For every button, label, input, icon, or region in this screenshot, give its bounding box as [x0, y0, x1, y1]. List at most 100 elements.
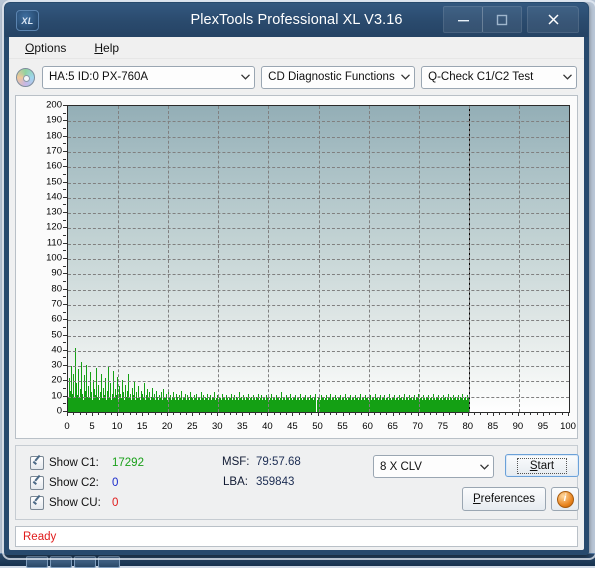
- y-axis-minor-tick: [63, 243, 66, 244]
- close-button[interactable]: [527, 6, 579, 33]
- show-c1-checkbox[interactable]: [30, 456, 44, 470]
- preferences-button-label: Preferences: [473, 493, 535, 505]
- stats-panel: Show C1: 17292 Show C2: 0 Show CU: 0 MSF…: [15, 445, 578, 520]
- x-axis-labels: 0510152025303540455055606570758085909510…: [67, 413, 568, 433]
- c1-count-value: 17292: [112, 457, 162, 469]
- y-axis-minor-tick: [63, 304, 66, 305]
- y-axis-tick-label: 0: [38, 406, 62, 417]
- x-axis-tick-label: 40: [262, 421, 273, 432]
- y-axis-minor-tick: [63, 289, 66, 290]
- y-axis-minor-tick: [63, 136, 66, 137]
- taskbar-item[interactable]: [98, 556, 120, 568]
- disc-icon: [16, 68, 35, 87]
- y-axis-minor-tick: [63, 128, 66, 129]
- y-axis-minor-tick: [63, 159, 66, 160]
- title-bar[interactable]: XL PlexTools Professional XL V3.16: [5, 3, 588, 37]
- info-button[interactable]: i: [551, 487, 579, 511]
- chart-gridline-v: [369, 106, 370, 412]
- show-c2-checkbox[interactable]: [30, 476, 44, 490]
- start-button[interactable]: Start: [505, 454, 579, 477]
- start-button-label: Start: [517, 458, 567, 474]
- chart-plot-area: [67, 105, 570, 413]
- y-axis-minor-tick: [63, 189, 66, 190]
- x-axis-tick-label: 45: [287, 421, 298, 432]
- y-axis-minor-tick: [63, 403, 66, 404]
- info-icon: i: [557, 491, 574, 508]
- x-axis-tick-label: 75: [437, 421, 448, 432]
- show-cu-checkbox[interactable]: [30, 496, 44, 510]
- menu-item-options[interactable]: Options: [21, 39, 70, 57]
- taskbar-item[interactable]: [50, 556, 72, 568]
- y-axis-minor-tick: [63, 105, 66, 106]
- y-axis-tick-label: 110: [38, 237, 62, 248]
- taskbar-item[interactable]: [74, 556, 96, 568]
- function-select[interactable]: CD Diagnostic Functions: [261, 66, 415, 89]
- y-axis-minor-tick: [63, 373, 66, 374]
- show-cu-row[interactable]: Show CU: 0: [30, 496, 162, 510]
- y-axis-minor-tick: [63, 411, 66, 412]
- y-axis-minor-tick: [63, 312, 66, 313]
- y-axis-minor-tick: [63, 342, 66, 343]
- chart-gridline-v: [218, 106, 219, 412]
- y-axis-minor-tick: [63, 250, 66, 251]
- y-axis-tick-label: 190: [38, 115, 62, 126]
- y-axis-minor-tick: [63, 350, 66, 351]
- cu-count-value: 0: [112, 497, 162, 509]
- menu-item-help-rest: elp: [103, 41, 119, 55]
- chart-gridline-v: [268, 106, 269, 412]
- chart-gridline-v: [118, 106, 119, 412]
- y-axis-tick-label: 10: [38, 390, 62, 401]
- show-c2-row[interactable]: Show C2: 0: [30, 476, 162, 490]
- y-axis-tick-label: 90: [38, 268, 62, 279]
- chart-panel: 0102030405060708090100110120130140150160…: [15, 95, 578, 439]
- test-select[interactable]: Q-Check C1/C2 Test: [421, 66, 577, 89]
- status-text: Ready: [23, 531, 56, 543]
- drive-select[interactable]: HA:5 ID:0 PX-760A: [42, 66, 255, 89]
- drive-select-value: HA:5 ID:0 PX-760A: [49, 71, 236, 83]
- x-axis-tick-label: 100: [560, 421, 576, 432]
- y-axis-minor-tick: [63, 396, 66, 397]
- y-axis-tick-label: 140: [38, 191, 62, 202]
- menu-item-help[interactable]: Help: [90, 39, 123, 57]
- chevron-down-icon: [396, 68, 414, 87]
- menu-item-options-rest: ptions: [34, 41, 66, 55]
- chart-gridline-v: [469, 106, 470, 412]
- x-axis-tick-label: 85: [488, 421, 499, 432]
- y-axis-minor-tick: [63, 197, 66, 198]
- y-axis-tick-label: 30: [38, 360, 62, 371]
- x-axis-tick-label: 25: [187, 421, 198, 432]
- maximize-icon: [496, 14, 508, 26]
- y-axis-minor-tick: [63, 388, 66, 389]
- chevron-down-icon: [236, 68, 254, 87]
- y-axis-minor-tick: [63, 357, 66, 358]
- speed-select[interactable]: 8 X CLV: [373, 455, 494, 478]
- y-axis-tick-label: 180: [38, 130, 62, 141]
- speed-select-value: 8 X CLV: [380, 461, 475, 473]
- show-c1-row[interactable]: Show C1: 17292: [30, 456, 162, 470]
- y-axis-tick-label: 70: [38, 298, 62, 309]
- preferences-button[interactable]: Preferences: [462, 487, 546, 511]
- x-axis-tick-label: 20: [162, 421, 173, 432]
- y-axis-tick-label: 40: [38, 344, 62, 355]
- show-cu-label: Show CU:: [49, 497, 107, 509]
- close-icon: [547, 13, 560, 26]
- y-axis-tick-label: 150: [38, 176, 62, 187]
- maximize-button[interactable]: [482, 6, 522, 33]
- minimize-button[interactable]: [443, 6, 483, 33]
- y-axis-minor-tick: [63, 212, 66, 213]
- show-c1-label: Show C1:: [49, 457, 107, 469]
- lba-value: 359843: [256, 476, 294, 488]
- y-axis-tick-label: 60: [38, 314, 62, 325]
- chart-gridline-v: [419, 106, 420, 412]
- chart-gridline-v: [319, 106, 320, 412]
- taskbar-item[interactable]: [26, 556, 48, 568]
- y-axis-minor-tick: [63, 380, 66, 381]
- x-axis-tick-label: 90: [513, 421, 524, 432]
- y-axis-minor-tick: [63, 273, 66, 274]
- y-axis-tick-label: 130: [38, 207, 62, 218]
- x-axis-tick-label: 5: [89, 421, 94, 432]
- x-axis-tick-label: 65: [387, 421, 398, 432]
- y-axis-minor-tick: [63, 151, 66, 152]
- function-select-value: CD Diagnostic Functions: [268, 71, 396, 83]
- msf-value: 79:57.68: [256, 456, 301, 468]
